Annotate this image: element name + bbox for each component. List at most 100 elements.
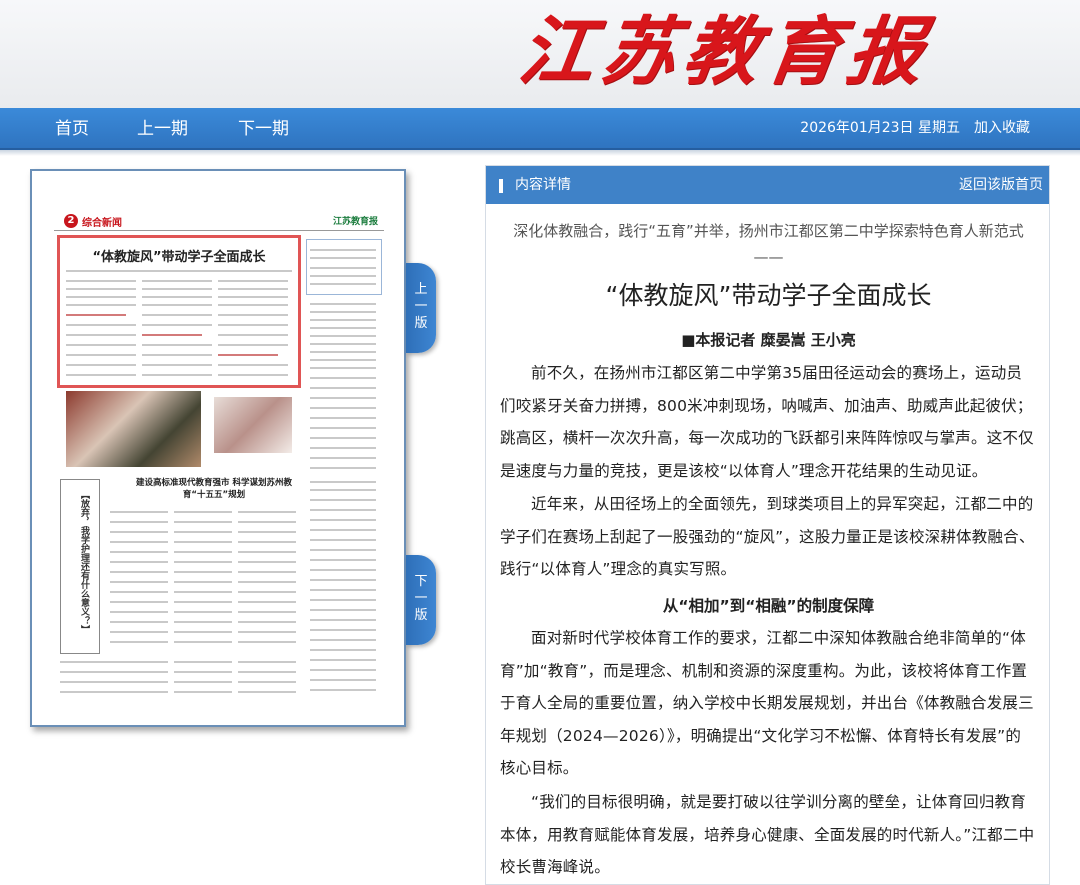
text-line <box>310 397 376 399</box>
text-line <box>110 541 168 543</box>
highlighted-article-headline[interactable]: “体教旋风”带动学子全面成长 <box>60 246 298 265</box>
text-line <box>174 621 232 623</box>
text-line <box>310 377 376 379</box>
text-line <box>310 669 376 671</box>
page-header: 2 综合新闻 江苏教育报 <box>54 211 384 231</box>
text-line <box>310 519 376 521</box>
text-line <box>310 569 376 571</box>
text-line <box>174 681 232 683</box>
text-line <box>310 499 376 501</box>
article-subtitle: 深化体教融合，践行“五育”并举，扬州市江都区第二中学探索特色育人新范式—— <box>513 222 1024 266</box>
next-page-label: 下一版 <box>414 574 428 623</box>
text-line <box>310 679 376 681</box>
text-line <box>310 427 376 429</box>
text-line <box>142 280 212 282</box>
text-line <box>142 374 212 376</box>
nav-next-issue-link[interactable]: 下一期 <box>238 108 289 150</box>
text-line <box>60 671 168 673</box>
text-line <box>310 457 376 459</box>
text-line <box>66 270 292 272</box>
vertical-article-headline[interactable]: 【放弃，我学护理还有什么意义？】 <box>73 490 89 634</box>
text-line <box>66 374 136 376</box>
text-line <box>238 631 296 633</box>
text-line <box>66 314 126 316</box>
top-nav-bar: 首页 上一期 下一期 2026年01月23日 星期五 加入收藏 <box>0 108 1080 150</box>
text-line <box>310 619 376 621</box>
text-line <box>310 529 376 531</box>
text-line <box>142 334 202 336</box>
text-line <box>310 367 376 369</box>
text-line <box>110 531 168 533</box>
text-line <box>310 387 376 389</box>
text-line <box>174 591 232 593</box>
text-line <box>66 344 136 346</box>
highlighted-article-area[interactable]: “体教旋风”带动学子全面成长 <box>57 235 301 388</box>
page-layout: 2 综合新闻 江苏教育报 “体教旋风”带动学子全面成长 建设高标准现代教育强市 … <box>54 211 384 711</box>
text-line <box>310 639 376 641</box>
nav-prev-issue-link[interactable]: 上一期 <box>137 108 188 150</box>
back-to-page-link[interactable]: 返回该版首页 <box>959 166 1043 204</box>
text-line <box>110 591 168 593</box>
vertical-article-box[interactable]: 【放弃，我学护理还有什么意义？】 <box>60 479 100 654</box>
text-line <box>310 579 376 581</box>
text-line <box>310 417 376 419</box>
text-line <box>218 354 278 356</box>
text-line <box>310 275 376 277</box>
text-line <box>238 581 296 583</box>
text-line <box>174 541 232 543</box>
text-line <box>66 288 136 290</box>
text-line <box>310 257 376 259</box>
text-line <box>310 549 376 551</box>
text-line <box>174 581 232 583</box>
text-line <box>174 561 232 563</box>
text-line <box>238 561 296 563</box>
text-line <box>238 571 296 573</box>
text-line <box>174 661 232 663</box>
article-byline: ■本报记者 糜晏嵩 王小亮 <box>681 331 856 349</box>
text-line <box>310 351 376 353</box>
prev-page-tab[interactable]: 上一版 <box>406 263 436 353</box>
text-line <box>66 364 136 366</box>
text-line <box>142 364 212 366</box>
text-line <box>110 641 168 643</box>
nav-home-link[interactable]: 首页 <box>55 108 89 150</box>
article-panel-title: 内容详情 <box>515 177 571 193</box>
text-line <box>142 324 212 326</box>
text-line <box>310 649 376 651</box>
newspaper-page-thumbnail[interactable]: 2 综合新闻 江苏教育报 “体教旋风”带动学子全面成长 建设高标准现代教育强市 … <box>30 169 406 727</box>
page-number: 2 <box>64 214 78 228</box>
text-line <box>238 671 296 673</box>
text-line <box>174 531 232 533</box>
article-paragraph: 前不久，在扬州市江都区第二中学第35届田径运动会的赛场上，运动员们咬紧牙关奋力拼… <box>500 364 1034 480</box>
text-line <box>66 354 136 356</box>
text-line <box>110 551 168 553</box>
bottom-article-headline[interactable]: 建设高标准现代教育强市 科学谋划苏州教育“十五五”规划 <box>134 477 294 501</box>
text-line <box>310 437 376 439</box>
text-line <box>238 691 296 693</box>
next-page-tab[interactable]: 下一版 <box>406 555 436 645</box>
text-line <box>310 481 376 483</box>
issue-date: 2026年01月23日 星期五 <box>800 120 960 136</box>
text-line <box>174 611 232 613</box>
text-line <box>66 304 136 306</box>
text-line <box>238 661 296 663</box>
add-favorite-link[interactable]: 加入收藏 <box>974 108 1030 148</box>
article-paragraph: 面对新时代学校体育工作的要求，江都二中深知体教融合绝非简单的“体育”加“教育”，… <box>500 629 1034 777</box>
text-line <box>174 571 232 573</box>
text-line <box>218 280 288 282</box>
text-line <box>218 304 288 306</box>
article-paragraph: 近年来，从田径场上的全面领先，到球类项目上的异军突起，江都二中的学子们在赛场上刮… <box>500 495 1035 578</box>
text-line <box>66 324 136 326</box>
text-line <box>238 531 296 533</box>
newspaper-logo[interactable]: 江苏教育报 <box>513 4 936 100</box>
text-line <box>238 641 296 643</box>
text-line <box>310 359 376 361</box>
text-line <box>218 344 288 346</box>
text-line <box>218 374 288 376</box>
text-line <box>142 354 212 356</box>
text-line <box>310 249 376 251</box>
text-line <box>110 631 168 633</box>
text-line <box>174 551 232 553</box>
text-line <box>310 629 376 631</box>
text-line <box>238 611 296 613</box>
